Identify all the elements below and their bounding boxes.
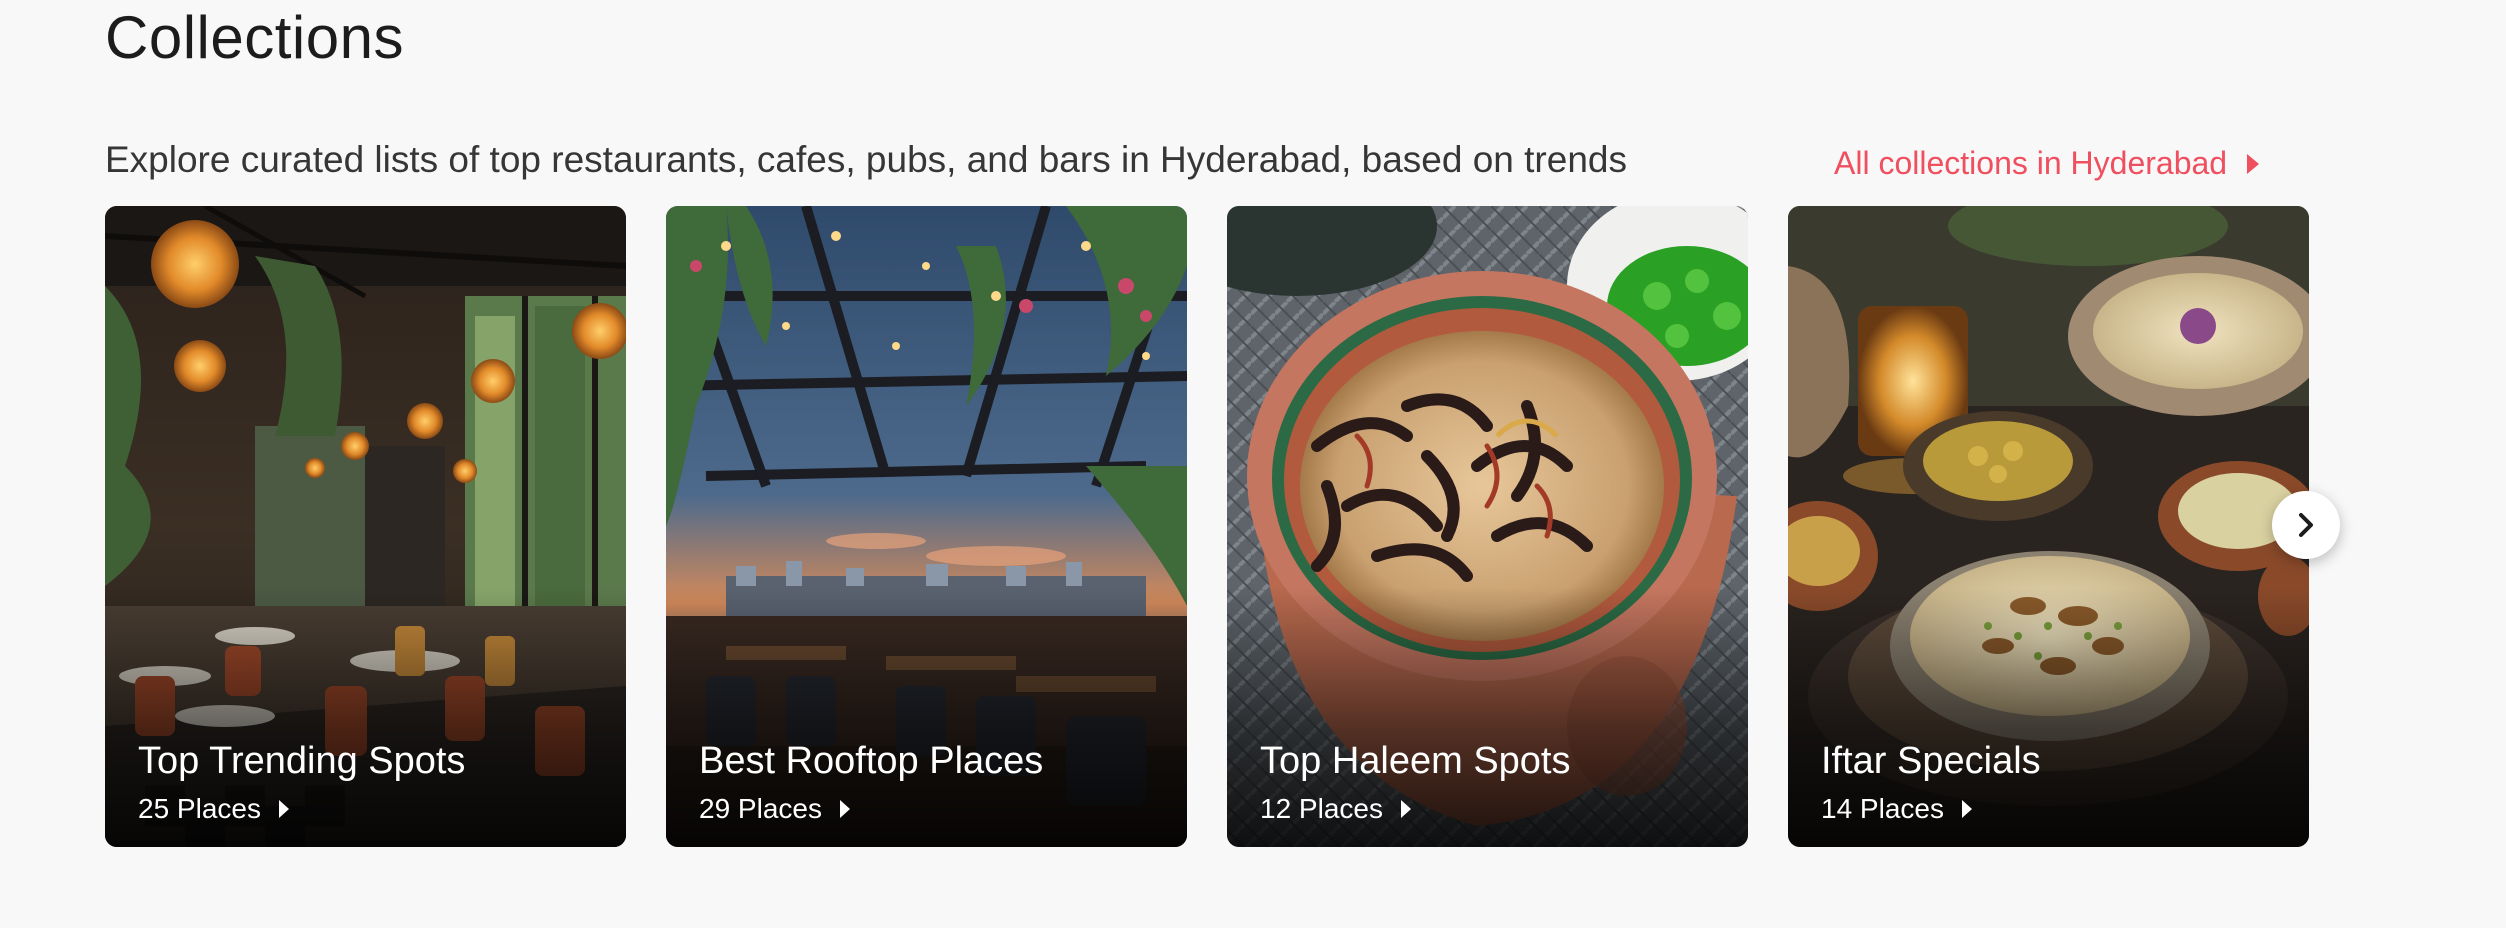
collection-card-iftar-specials[interactable]: Iftar Specials 14 Places [1788,206,2309,847]
caret-right-icon [839,800,850,818]
collection-places[interactable]: 25 Places [138,791,289,827]
collection-title: Top Haleem Spots [1260,740,1571,782]
collection-title: Top Trending Spots [138,740,466,782]
collection-title: Best Rooftop Places [699,740,1044,782]
page-title: Collections [105,4,404,71]
carousel-next-button[interactable] [2272,491,2340,559]
collections-carousel: Top Trending Spots 25 Places Best Roofto… [105,206,2309,847]
all-collections-link-label: All collections in Hyderabad [1834,145,2228,181]
chevron-right-icon [2299,513,2313,537]
places-count: 29 Places [699,793,822,824]
collection-card-best-rooftop-places[interactable]: Best Rooftop Places 29 Places [666,206,1187,847]
collection-card-top-trending-spots[interactable]: Top Trending Spots 25 Places [105,206,626,847]
caret-right-icon [1400,800,1411,818]
collections-subtitle: Explore curated lists of top restaurants… [105,139,1627,180]
caret-right-icon [2247,154,2260,174]
places-count: 25 Places [138,793,261,824]
places-count: 14 Places [1821,793,1944,824]
collection-title: Iftar Specials [1821,740,2041,782]
collection-places[interactable]: 14 Places [1821,791,1972,827]
caret-right-icon [1961,800,1972,818]
all-collections-link[interactable]: All collections in Hyderabad [1834,140,2260,186]
caret-right-icon [278,800,289,818]
places-count: 12 Places [1260,793,1383,824]
collection-places[interactable]: 12 Places [1260,791,1411,827]
collection-places[interactable]: 29 Places [699,791,850,827]
collection-card-top-haleem-spots[interactable]: Top Haleem Spots 12 Places [1227,206,1748,847]
